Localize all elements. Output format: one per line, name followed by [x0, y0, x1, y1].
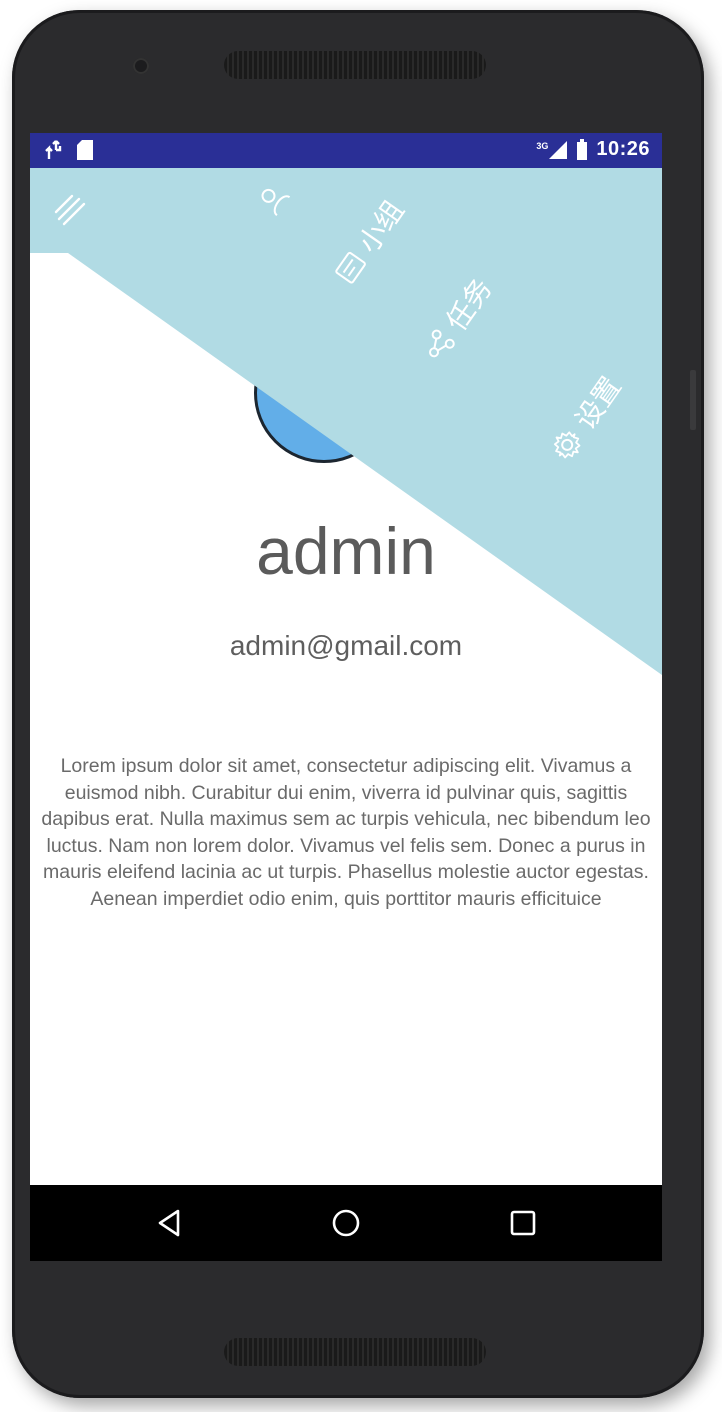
- battery-icon: [577, 138, 588, 160]
- usb-debug-icon: [45, 140, 62, 159]
- back-icon[interactable]: [152, 1205, 188, 1241]
- user-email: admin@gmail.com: [229, 630, 463, 661]
- network-type-label: 3G: [536, 140, 549, 151]
- home-icon[interactable]: [328, 1205, 364, 1241]
- signal-icon: [549, 140, 568, 159]
- volume-button: [690, 370, 696, 430]
- recents-icon[interactable]: [505, 1205, 541, 1241]
- top-speaker: [224, 51, 486, 79]
- hamburger-menu-icon[interactable]: [50, 190, 90, 230]
- bottom-speaker: [224, 1338, 486, 1366]
- user-name: admin: [256, 514, 436, 588]
- sd-card-icon: [77, 140, 93, 160]
- status-bar: 3G 10:26: [30, 133, 662, 168]
- front-camera: [133, 58, 149, 74]
- status-time: 10:26: [596, 138, 650, 160]
- screen: 3G 10:26 小组 任务 设置 admin admin@gmail.com …: [30, 133, 662, 1261]
- navigation-bar: [30, 1185, 662, 1261]
- profile-content: 小组 任务 设置 admin admin@gmail.com Lorem ips…: [30, 168, 662, 1185]
- user-bio: Lorem ipsum dolor sit amet, consectetur …: [41, 755, 651, 910]
